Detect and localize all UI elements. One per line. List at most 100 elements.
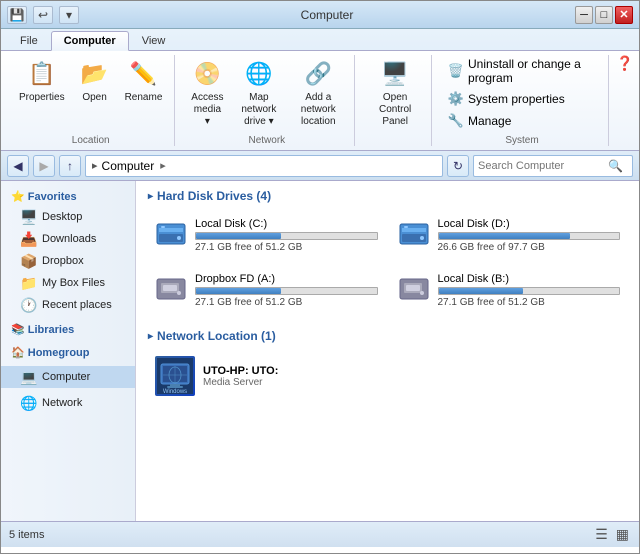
- content-area: Hard Disk Drives (4) Local Disk (C:): [136, 181, 639, 521]
- tab-computer[interactable]: Computer: [51, 31, 129, 51]
- up-button[interactable]: ↑: [59, 155, 81, 177]
- uninstall-button[interactable]: 🗑️ Uninstall or change a program: [444, 55, 600, 87]
- details-view-button[interactable]: ▦: [614, 524, 631, 545]
- maximize-button[interactable]: □: [595, 6, 613, 24]
- add-network-button[interactable]: 🔗 Add a networklocation: [290, 55, 346, 131]
- list-view-button[interactable]: ☰: [593, 524, 610, 545]
- drive-c[interactable]: Local Disk (C:) 27.1 GB free of 51.2 GB: [148, 211, 385, 260]
- forward-button[interactable]: ▶: [33, 155, 55, 177]
- drive-d-bar-container: [438, 232, 621, 240]
- refresh-button[interactable]: ↻: [447, 155, 469, 177]
- sidebar-item-network[interactable]: 🌐 Network: [1, 392, 135, 414]
- hard-disk-section-header: Hard Disk Drives (4): [148, 189, 627, 203]
- ribbon-group-network: 📀 Accessmedia ▾ 🌐 Map networkdrive ▾ 🔗 A…: [179, 55, 355, 146]
- sidebar-recentplaces-label: Recent places: [42, 299, 112, 311]
- access-media-button[interactable]: 📀 Accessmedia ▾: [187, 55, 227, 131]
- sidebar-item-desktop[interactable]: 🖥️ Desktop: [1, 206, 135, 228]
- back-button[interactable]: ◀: [7, 155, 29, 177]
- favorites-star-icon: ⭐: [11, 191, 25, 203]
- system-group-label: System: [505, 133, 538, 146]
- drive-c-bar: [196, 233, 281, 239]
- ribbon-tabs: File Computer View: [1, 29, 639, 50]
- manage-button[interactable]: 🔧 Manage: [444, 111, 600, 131]
- tab-file[interactable]: File: [7, 31, 51, 50]
- system-properties-button[interactable]: ⚙️ System properties: [444, 89, 600, 109]
- drive-d-free: 26.6 GB free of 97.7 GB: [438, 242, 621, 253]
- properties-icon: 📋: [26, 58, 58, 90]
- system-buttons: 🗑️ Uninstall or change a program ⚙️ Syst…: [444, 55, 600, 131]
- open-control-panel-button[interactable]: 🖥️ Open ControlPanel: [367, 55, 423, 131]
- drive-d-icon: [398, 216, 430, 255]
- network-location-item[interactable]: Windows UTO-HP: UTO: Media Server: [148, 351, 627, 401]
- drive-c-name: Local Disk (C:): [195, 218, 378, 230]
- svg-text:Windows: Windows: [163, 389, 187, 394]
- computer-icon: 💻: [21, 369, 37, 385]
- sidebar-item-recentplaces[interactable]: 🕐 Recent places: [1, 294, 135, 316]
- save-quick-btn[interactable]: 💾: [7, 6, 27, 24]
- address-bar[interactable]: ▸ Computer ▸: [85, 155, 443, 177]
- help-icon[interactable]: ❓: [617, 55, 633, 71]
- location-group-label: Location: [72, 133, 110, 146]
- drive-a[interactable]: Dropbox FD (A:) 27.1 GB free of 51.2 GB: [148, 266, 385, 315]
- drive-a-bar: [196, 288, 281, 294]
- sidebar-section-libraries: 📚 Libraries: [1, 320, 135, 339]
- uninstall-icon: 🗑️: [448, 63, 464, 79]
- drive-b-bar: [439, 288, 524, 294]
- drive-d[interactable]: Local Disk (D:) 26.6 GB free of 97.7 GB: [391, 211, 628, 260]
- drive-a-name: Dropbox FD (A:): [195, 273, 378, 285]
- access-media-label: Accessmedia ▾: [191, 92, 223, 128]
- drive-d-name: Local Disk (D:): [438, 218, 621, 230]
- system-props-icon: ⚙️: [448, 91, 464, 107]
- title-bar: 💾 ↩ ▾ Computer ─ □ ✕: [1, 1, 639, 29]
- network-buttons: 📀 Accessmedia ▾ 🌐 Map networkdrive ▾ 🔗 A…: [187, 55, 346, 131]
- network-item-desc: Media Server: [203, 377, 278, 388]
- map-network-button[interactable]: 🌐 Map networkdrive ▾: [233, 55, 284, 131]
- path-separator: ▸: [92, 159, 98, 172]
- status-bar: 5 items ☰ ▦: [1, 521, 639, 547]
- network-item-name: UTO-HP: UTO:: [203, 365, 278, 377]
- network-group-label: Network: [248, 133, 285, 146]
- sidebar-dropbox-label: Dropbox: [42, 255, 84, 267]
- ribbon-group-system: 🗑️ Uninstall or change a program ⚙️ Syst…: [436, 55, 609, 146]
- undo-quick-btn[interactable]: ↩: [33, 6, 53, 24]
- nav-bar: ◀ ▶ ↑ ▸ Computer ▸ ↻ 🔍: [1, 151, 639, 181]
- recentplaces-icon: 🕐: [21, 297, 37, 313]
- open-icon: 📂: [79, 58, 111, 90]
- window-controls: ─ □ ✕: [575, 6, 633, 24]
- sidebar-item-dropbox[interactable]: 📦 Dropbox: [1, 250, 135, 272]
- drives-grid: Local Disk (C:) 27.1 GB free of 51.2 GB: [148, 211, 627, 315]
- drive-c-info: Local Disk (C:) 27.1 GB free of 51.2 GB: [195, 218, 378, 253]
- open-label: Open: [82, 92, 106, 104]
- control-buttons: 🖥️ Open ControlPanel: [367, 55, 423, 142]
- ribbon-group-location: 📋 Properties 📂 Open ✏️ Rename Location: [7, 55, 175, 146]
- close-button[interactable]: ✕: [615, 6, 633, 24]
- sidebar-favorites-header[interactable]: ⭐ Favorites: [1, 187, 135, 206]
- tab-view[interactable]: View: [129, 31, 179, 50]
- rename-label: Rename: [125, 92, 163, 104]
- add-network-label: Add a networklocation: [294, 92, 342, 128]
- sidebar-libraries-header[interactable]: 📚 Libraries: [1, 320, 135, 339]
- drive-c-bar-container: [195, 232, 378, 240]
- open-button[interactable]: 📂 Open: [75, 55, 115, 107]
- access-media-icon: 📀: [191, 58, 223, 90]
- location-buttons: 📋 Properties 📂 Open ✏️ Rename: [15, 55, 166, 131]
- search-input[interactable]: [478, 160, 608, 172]
- sidebar-item-myboxfiles[interactable]: 📁 My Box Files: [1, 272, 135, 294]
- minimize-button[interactable]: ─: [575, 6, 593, 24]
- search-box[interactable]: 🔍: [473, 155, 633, 177]
- drive-a-free: 27.1 GB free of 51.2 GB: [195, 297, 378, 308]
- drive-b-bar-container: [438, 287, 621, 295]
- uninstall-label: Uninstall or change a program: [468, 57, 596, 85]
- sidebar-item-computer[interactable]: 💻 Computer: [1, 366, 135, 388]
- network-icon: 🌐: [21, 395, 37, 411]
- dropbox-icon: 📦: [21, 253, 37, 269]
- drive-d-info: Local Disk (D:) 26.6 GB free of 97.7 GB: [438, 218, 621, 253]
- sidebar-item-downloads[interactable]: 📥 Downloads: [1, 228, 135, 250]
- properties-button[interactable]: 📋 Properties: [15, 55, 69, 107]
- sidebar-network-label: Network: [42, 397, 82, 409]
- sidebar-homegroup-header[interactable]: 🏠 Homegroup: [1, 343, 135, 362]
- rename-button[interactable]: ✏️ Rename: [121, 55, 167, 107]
- path-computer[interactable]: Computer: [102, 159, 155, 173]
- drive-b[interactable]: Local Disk (B:) 27.1 GB free of 51.2 GB: [391, 266, 628, 315]
- dropdown-quick-btn[interactable]: ▾: [59, 6, 79, 24]
